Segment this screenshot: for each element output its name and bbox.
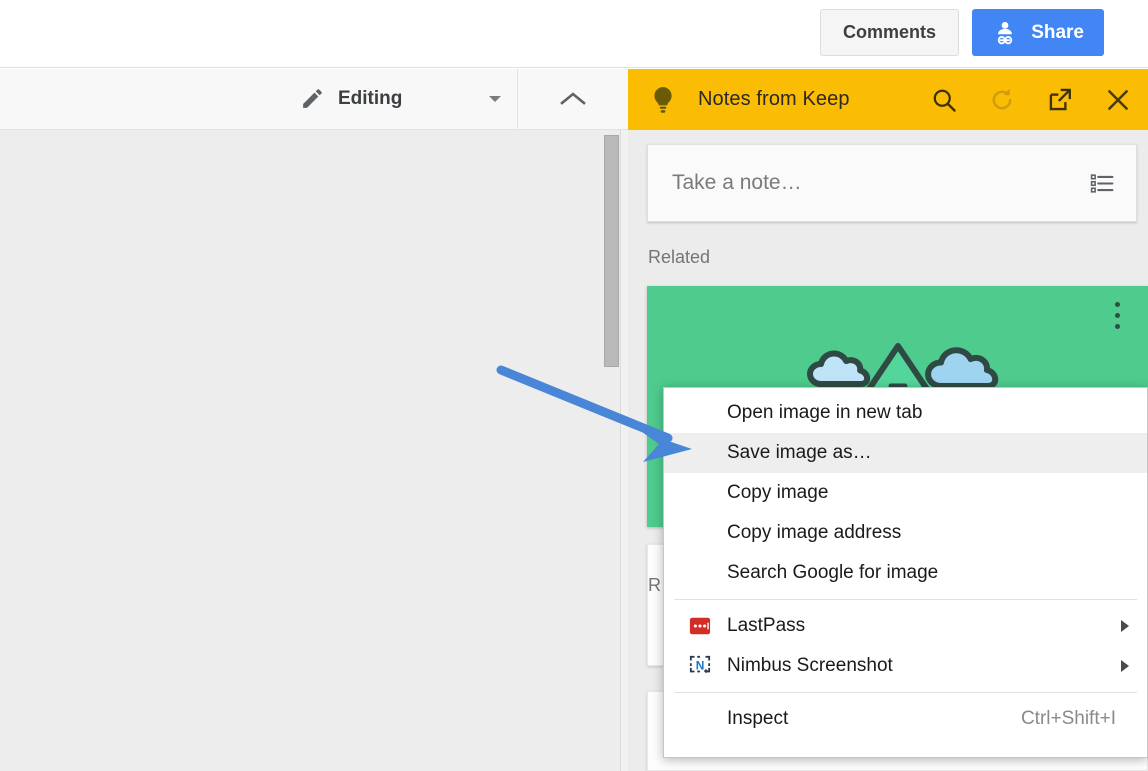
share-button[interactable]: Share [972,9,1104,56]
menu-separator [674,692,1137,693]
menu-item-label: Inspect [727,708,788,730]
open-in-new-icon[interactable] [1046,86,1074,114]
menu-item-inspect[interactable]: Inspect Ctrl+Shift+I [664,699,1147,739]
submenu-arrow-icon [1121,660,1129,672]
comments-button[interactable]: Comments [820,9,959,56]
nimbus-screenshot-icon: N [689,655,711,677]
chevron-up-icon [558,90,588,108]
menu-item-label: Save image as… [727,442,872,464]
search-icon[interactable] [930,86,958,114]
caret-down-icon[interactable] [489,96,501,102]
menu-item-label: Copy image address [727,522,901,544]
menu-item-lastpass[interactable]: LastPass [664,606,1147,646]
menu-item-label: Nimbus Screenshot [727,655,893,677]
menu-item-label: Open image in new tab [727,402,922,424]
menu-item-label: Copy image [727,482,828,504]
menu-separator [674,599,1137,600]
document-right-edge [620,130,628,771]
menu-item-save-image-as[interactable]: Save image as… [664,433,1147,473]
close-icon[interactable] [1104,86,1132,114]
menu-item-search-google-for-image[interactable]: Search Google for image [664,553,1147,593]
editing-mode-label: Editing [338,88,402,110]
keep-panel-header: Notes from Keep [628,69,1148,130]
svg-text:N: N [696,659,705,673]
lightbulb-icon [650,86,676,114]
editing-mode-button[interactable]: Editing [0,69,516,129]
menu-item-label: Search Google for image [727,562,938,584]
top-bar: Comments Share [0,0,1148,68]
menu-item-copy-image-address[interactable]: Copy image address [664,513,1147,553]
menu-item-copy-image[interactable]: Copy image [664,473,1147,513]
pencil-icon [300,86,325,111]
take-a-note-field[interactable]: Take a note… [647,144,1137,222]
list-bullets-icon[interactable] [1089,171,1115,196]
menu-item-open-image-in-new-tab[interactable]: Open image in new tab [664,393,1147,433]
take-a-note-placeholder: Take a note… [672,171,802,195]
image-context-menu: Open image in new tab Save image as… Cop… [663,387,1148,758]
menu-item-label: LastPass [727,615,805,637]
section-label-related: Related [648,247,710,268]
more-vert-icon[interactable] [1115,302,1120,329]
document-toolbar: Editing [0,69,628,130]
document-scrollbar-thumb[interactable] [604,135,619,367]
section-label-recent: R [648,575,661,596]
keep-panel-actions [930,69,1132,130]
lastpass-icon [689,615,711,637]
document-canvas [0,130,628,771]
share-button-label: Share [1031,22,1084,44]
screenshot-root: Comments Share Editing [0,0,1148,771]
menu-item-shortcut: Ctrl+Shift+I [1021,708,1116,730]
menu-item-nimbus-screenshot[interactable]: N Nimbus Screenshot [664,646,1147,686]
refresh-icon[interactable] [988,86,1016,114]
keep-panel-title: Notes from Keep [698,88,850,111]
person-link-icon [992,20,1018,46]
comments-button-label: Comments [843,22,936,43]
collapse-toolbar-button[interactable] [517,69,628,129]
submenu-arrow-icon [1121,620,1129,632]
